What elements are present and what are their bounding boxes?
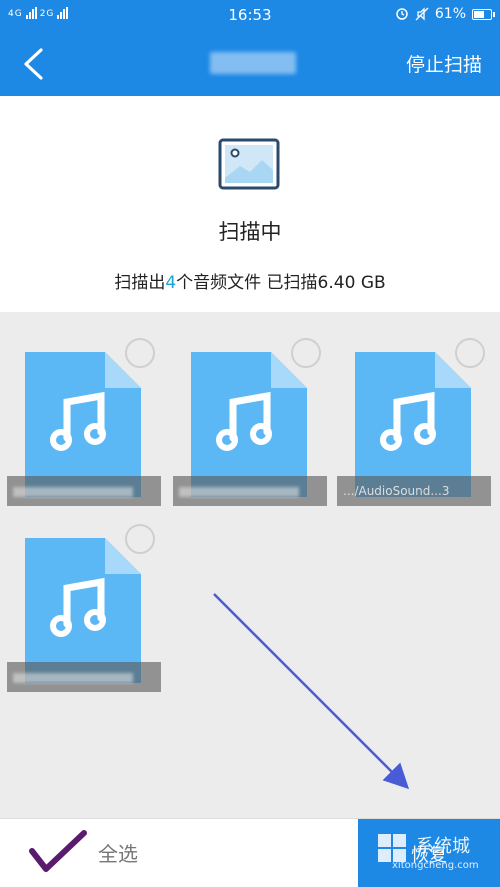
scan-status-text: 扫描中 [218, 220, 282, 244]
app-bar: 停止扫描 [0, 30, 500, 96]
select-all-label: 全选 [98, 841, 138, 866]
file-item[interactable] [173, 338, 327, 517]
file-item[interactable] [7, 524, 161, 703]
file-item[interactable] [7, 338, 161, 517]
status-right: 61% [395, 6, 495, 22]
file-name: .../AudioSound...3 [337, 476, 491, 506]
file-name [173, 476, 327, 506]
file-item[interactable]: .../AudioSound...3 [337, 338, 491, 517]
summary-count: 4 [165, 273, 177, 293]
scan-summary: 扫描出4个音频文件 已扫描6.40 GB [0, 268, 500, 293]
svg-text:系统城: 系统城 [416, 836, 470, 857]
page-title-blurred [210, 52, 296, 74]
stop-scan-button[interactable]: 停止扫描 [406, 50, 482, 77]
mute-icon [415, 7, 429, 21]
image-icon [218, 138, 280, 190]
select-all-toggle[interactable]: 全选 [28, 829, 138, 875]
alarm-icon [396, 8, 408, 20]
watermark-logo: 系统城 [378, 834, 470, 862]
battery-icon [472, 8, 495, 20]
file-name [7, 662, 161, 692]
summary-suffix: 个音频文件 已扫描6.40 GB [176, 273, 386, 293]
watermark-text: xitongcheng.com [392, 860, 479, 871]
chevron-left-icon[interactable] [14, 44, 54, 84]
select-checkbox[interactable] [291, 338, 321, 368]
select-checkbox[interactable] [455, 338, 485, 368]
battery-percent: 61% [434, 6, 466, 22]
file-grid: .../AudioSound...3 [0, 312, 500, 818]
scan-panel: 扫描中 扫描出4个音频文件 已扫描6.40 GB [0, 96, 500, 312]
file-name [7, 476, 161, 506]
status-bar: 4G 2G 16:53 61% [0, 0, 500, 30]
select-checkbox[interactable] [125, 524, 155, 554]
check-icon [29, 830, 87, 872]
summary-prefix: 扫描出 [114, 273, 166, 293]
select-checkbox[interactable] [125, 338, 155, 368]
